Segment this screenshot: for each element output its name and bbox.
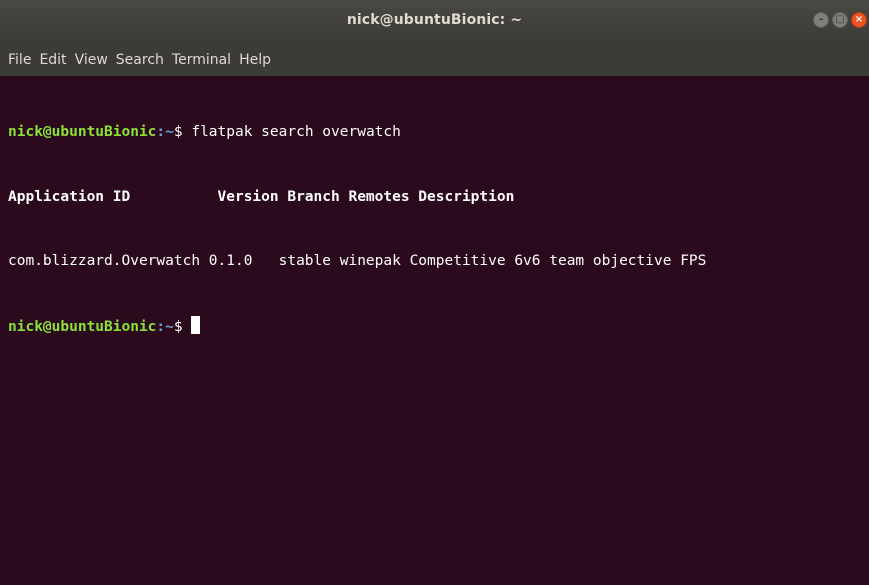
close-icon: × — [854, 14, 864, 25]
terminal-window: nick@ubuntuBionic: ~ – □ × File Edit Vie… — [0, 0, 869, 585]
menu-item-terminal[interactable]: Terminal — [168, 52, 235, 68]
minimize-icon: – — [818, 14, 824, 25]
menu-item-search[interactable]: Search — [112, 52, 168, 68]
prompt-path: ~ — [165, 124, 174, 140]
close-button[interactable]: × — [851, 12, 867, 28]
terminal-output[interactable]: nick@ubuntuBionic:~$ flatpak search over… — [0, 76, 869, 585]
maximize-button[interactable]: □ — [832, 12, 848, 28]
title-bar[interactable]: nick@ubuntuBionic: ~ – □ × — [0, 0, 869, 44]
prompt-user: nick@ubuntuBionic — [8, 124, 157, 140]
maximize-icon: □ — [835, 14, 845, 25]
menu-item-help[interactable]: Help — [235, 52, 275, 68]
results-header: Application ID Version Branch Remotes De… — [8, 188, 515, 205]
menu-bar: File Edit View Search Terminal Help — [0, 44, 869, 76]
prompt-user: nick@ubuntuBionic — [8, 318, 157, 335]
minimize-button[interactable]: – — [813, 12, 829, 28]
menu-item-file[interactable]: File — [4, 52, 35, 68]
prompt-separator: : — [156, 124, 166, 140]
menu-item-view[interactable]: View — [71, 52, 112, 68]
window-controls: – □ × — [813, 12, 867, 30]
menu-item-edit[interactable]: Edit — [35, 52, 70, 68]
prompt-symbol: $ — [173, 124, 192, 140]
window-title: nick@ubuntuBionic: ~ — [346, 12, 523, 28]
command-text: flatpak search overwatch — [191, 124, 401, 140]
result-row: com.blizzard.Overwatch 0.1.0 stable wine… — [8, 253, 707, 269]
prompt-symbol: $ — [173, 318, 192, 335]
prompt-separator: : — [156, 318, 166, 335]
text-cursor — [191, 315, 201, 334]
active-prompt-line: nick@ubuntuBionic:~$ — [8, 315, 869, 338]
prompt-path: ~ — [165, 318, 174, 335]
command-line: nick@ubuntuBionic:~$ flatpak search over… — [8, 122, 869, 144]
